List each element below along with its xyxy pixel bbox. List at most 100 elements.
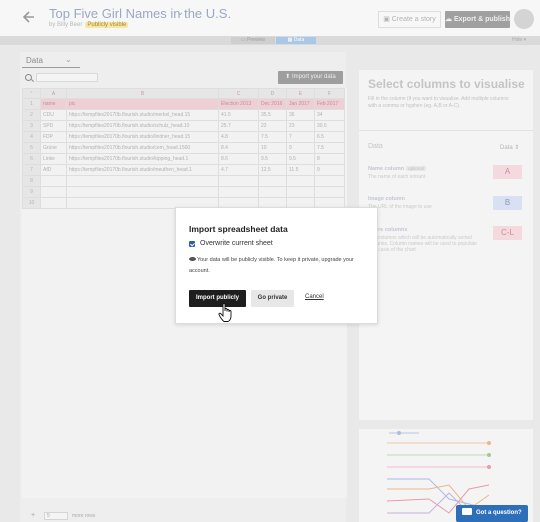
row-number[interactable]: 3 [22, 120, 41, 132]
table-cell[interactable]: name [40, 98, 67, 110]
table-row: 7 AfD https://tempfiles20170b.flourish.stu… [22, 164, 345, 176]
column-header[interactable]: F [314, 88, 345, 99]
column-header[interactable]: B [66, 88, 219, 99]
row-number[interactable]: 5 [22, 142, 41, 154]
table-cell[interactable]: Linke [40, 153, 67, 165]
score-columns-input[interactable]: C-L [493, 226, 522, 240]
table-cell[interactable]: 22 [258, 120, 287, 132]
table-cell[interactable]: pic [66, 98, 219, 110]
table-cell[interactable]: 6.5 [314, 131, 345, 143]
table-cell[interactable] [286, 175, 315, 187]
table-cell[interactable]: 41.5 [218, 109, 259, 121]
table-cell[interactable]: 9.5 [258, 153, 287, 165]
table-cell[interactable]: https://tempfiles20170b.flourish.studio/… [66, 153, 219, 165]
table-cell[interactable]: 8 [314, 153, 345, 165]
column-header[interactable]: A [40, 88, 67, 99]
table-cell[interactable]: Grüne [40, 142, 67, 154]
table-cell[interactable] [40, 186, 67, 198]
avatar[interactable] [514, 9, 534, 29]
row-number[interactable]: 9 [22, 186, 41, 198]
row-number[interactable]: 10 [22, 197, 41, 209]
table-cell[interactable]: https://tempfiles20170b.flourish.studio/… [66, 120, 219, 132]
table-cell[interactable]: 35.5 [258, 109, 287, 121]
table-cell[interactable]: 8.6 [218, 153, 259, 165]
create-story-button[interactable]: ▣ Create a story [378, 11, 441, 28]
hide-toggle[interactable]: Hide ▾ [512, 37, 526, 44]
tab-data[interactable]: ▦ Data [276, 37, 316, 44]
table-cell[interactable] [40, 175, 67, 187]
chevron-down-icon[interactable]: ⌄ [176, 7, 184, 18]
data-section-label: Data [368, 143, 383, 150]
table-cell[interactable]: Dec 2016 [258, 98, 287, 110]
table-cell[interactable]: Feb 2017 [314, 98, 345, 110]
name-column-input[interactable]: A [493, 165, 522, 179]
go-private-button[interactable]: Go private [251, 290, 294, 307]
row-number[interactable]: 1 [22, 98, 41, 110]
table-cell[interactable]: CDU [40, 109, 67, 121]
back-arrow-icon[interactable] [22, 10, 36, 24]
select-all-corner[interactable]: ⌜ [22, 88, 41, 99]
row-count-input[interactable]: 5 [44, 512, 68, 520]
table-cell[interactable]: https://tempfiles20170b.flourish.studio/… [66, 109, 219, 121]
table-cell[interactable]: 4.7 [218, 164, 259, 176]
table-cell[interactable] [258, 175, 287, 187]
table-cell[interactable]: https://tempfiles20170b.flourish.studio/… [66, 142, 219, 154]
tab-data-label: Data [293, 37, 305, 43]
table-cell[interactable] [286, 186, 315, 198]
table-cell[interactable]: 30.5 [314, 120, 345, 132]
search-input[interactable] [36, 73, 98, 82]
table-cell[interactable]: 9.5 [286, 153, 315, 165]
table-cell[interactable]: https://tempfiles20170b.flourish.studio/… [66, 131, 219, 143]
table-cell[interactable]: 36 [286, 109, 315, 121]
column-header[interactable]: C [218, 88, 259, 99]
row-number[interactable]: 7 [22, 164, 41, 176]
table-cell[interactable]: Jan 2017 [286, 98, 315, 110]
row-number[interactable]: 6 [22, 153, 41, 165]
table-cell[interactable]: 7.5 [314, 142, 345, 154]
table-cell[interactable]: Election 2013 [218, 98, 259, 110]
column-header-row: ⌜ ABCDEF [22, 88, 345, 99]
table-cell[interactable] [258, 186, 287, 198]
table-cell[interactable]: 9 [314, 164, 345, 176]
table-cell[interactable]: 10 [258, 142, 287, 154]
table-cell[interactable]: 7 [286, 131, 315, 143]
table-cell[interactable] [314, 175, 345, 187]
data-sheet-select[interactable]: Data ⇕ [500, 144, 519, 151]
row-number[interactable]: 4 [22, 131, 41, 143]
table-cell[interactable]: 25.7 [218, 120, 259, 132]
table-cell[interactable]: SPD [40, 120, 67, 132]
cancel-button[interactable]: Cancel [305, 294, 324, 300]
table-cell[interactable]: 8.4 [218, 142, 259, 154]
table-cell[interactable] [218, 186, 259, 198]
table-cell[interactable] [40, 197, 67, 209]
table-cell[interactable]: FDP [40, 131, 67, 143]
spreadsheet-table[interactable]: ⌜ ABCDEF 1 name pic Election 2013 Dec 2016 Ja… [22, 88, 345, 209]
row-number[interactable]: 2 [22, 109, 41, 121]
overwrite-checkbox-label[interactable]: Overwrite current sheet [200, 240, 273, 247]
table-cell[interactable] [66, 186, 219, 198]
chevron-down-icon[interactable]: ⌄ [65, 55, 72, 64]
tab-preview[interactable]: ▭ Preview [231, 37, 275, 44]
table-cell[interactable]: 4.8 [218, 131, 259, 143]
table-cell[interactable] [218, 175, 259, 187]
column-header[interactable]: D [258, 88, 287, 99]
overwrite-checkbox[interactable] [189, 241, 195, 247]
export-publish-button[interactable]: ☁ Export & publish [445, 11, 510, 28]
column-header[interactable]: E [286, 88, 315, 99]
row-number[interactable]: 8 [22, 175, 41, 187]
table-cell[interactable]: 7.5 [258, 131, 287, 143]
table-cell[interactable]: 23 [286, 120, 315, 132]
table-cell[interactable]: AfD [40, 164, 67, 176]
image-column-input[interactable]: B [493, 196, 522, 210]
table-cell[interactable]: 12.5 [258, 164, 287, 176]
table-cell[interactable]: https://tempfiles20170b.flourish.studio/… [66, 164, 219, 176]
project-title[interactable]: Top Five Girl Names in the U.S. [49, 6, 231, 21]
got-a-question-button[interactable]: Got a question? [456, 505, 528, 522]
table-cell[interactable]: 34 [314, 109, 345, 121]
table-cell[interactable] [66, 175, 219, 187]
table-cell[interactable]: 9 [286, 142, 315, 154]
table-cell[interactable] [314, 186, 345, 198]
add-row-icon[interactable]: + [31, 512, 35, 520]
table-cell[interactable]: 11.5 [286, 164, 315, 176]
import-your-data-button[interactable]: ⬆ Import your data [278, 71, 343, 84]
